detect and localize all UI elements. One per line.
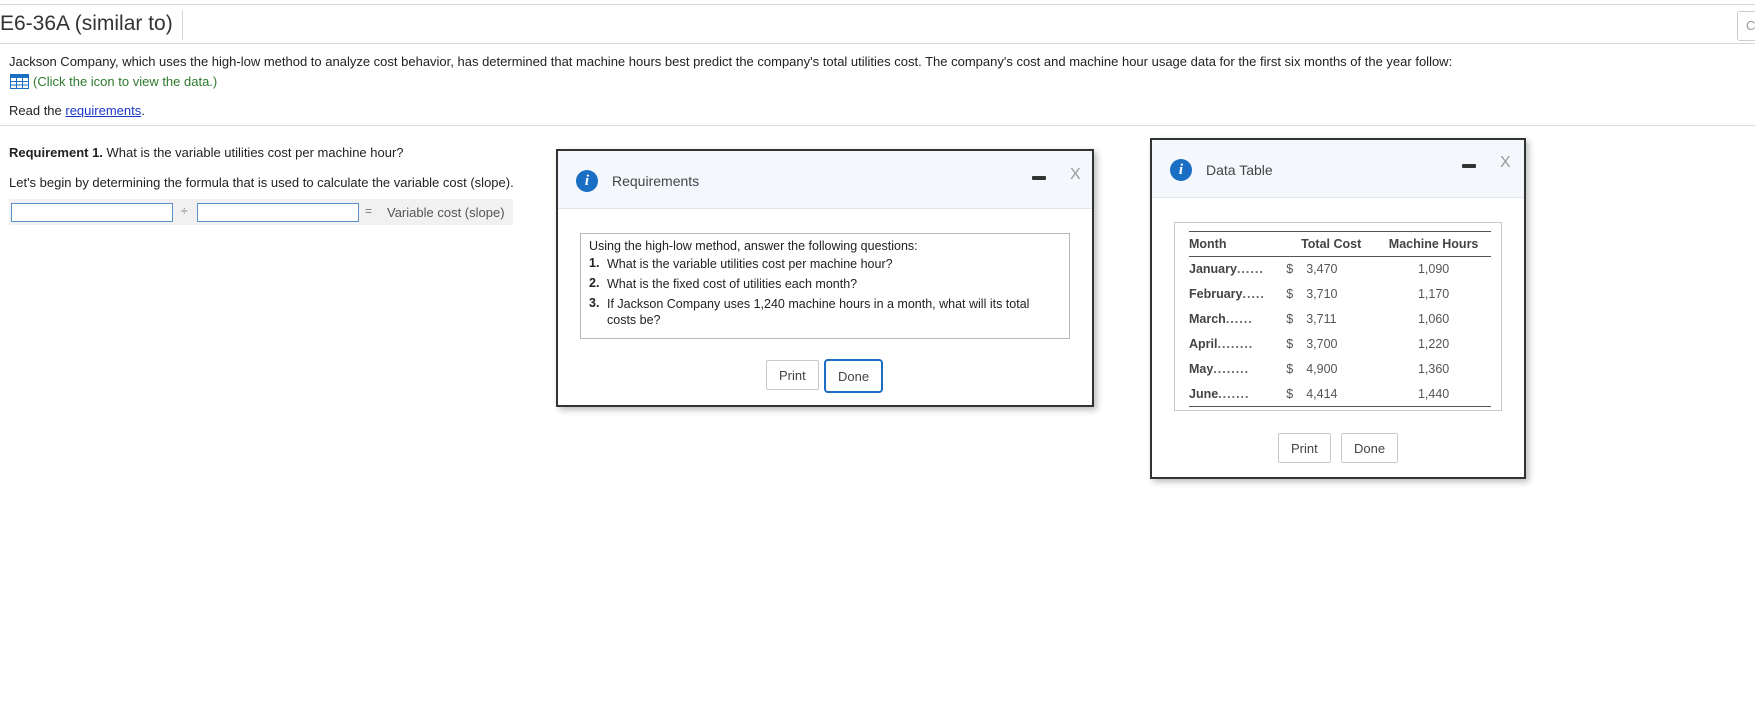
table-row: May........ $ 4,900 1,360 xyxy=(1189,357,1491,382)
requirements-dialog-header: i Requirements X xyxy=(558,151,1092,209)
requirement-item: 1. What is the variable utilities cost p… xyxy=(589,256,1061,272)
table-grid-icon[interactable] xyxy=(10,74,29,89)
read-prefix: Read the xyxy=(9,103,66,118)
leader-dots: ....... xyxy=(1218,386,1250,401)
month-name: June xyxy=(1189,386,1219,401)
leader-dots: ........ xyxy=(1217,337,1254,351)
page-title: E6-36A (similar to) xyxy=(0,12,173,35)
total-cost-cell: 3,700 xyxy=(1306,337,1338,351)
title-separator xyxy=(182,10,183,40)
dollar-sign: $ xyxy=(1286,337,1294,351)
column-header-machine-hours: Machine Hours xyxy=(1376,231,1491,257)
machine-hours-cell: 1,360 xyxy=(1417,362,1450,376)
data-table-dialog-header: i Data Table X xyxy=(1152,140,1524,198)
machine-hours-cell: 1,090 xyxy=(1417,262,1450,277)
numerator-input[interactable] xyxy=(11,203,173,222)
total-cost-cell: 3,710 xyxy=(1306,287,1338,301)
machine-hours-cell: 1,220 xyxy=(1417,337,1450,351)
variable-cost-label: Variable cost (slope) xyxy=(387,205,505,220)
minimize-icon[interactable] xyxy=(1462,164,1476,168)
machine-hours-cell: 1,060 xyxy=(1417,312,1450,326)
month-cell: June....... xyxy=(1189,381,1287,407)
data-table-dialog: i Data Table X Month Total Cost Machine … xyxy=(1150,138,1526,479)
month-name: March xyxy=(1189,312,1226,326)
requirement-number: 2. xyxy=(589,276,600,290)
requirement-number: 1. xyxy=(589,256,600,270)
total-cost-cell: 3,470 xyxy=(1306,262,1338,277)
month-cell: February..... xyxy=(1189,282,1286,307)
data-table-frame: Month Total Cost Machine Hours January..… xyxy=(1174,222,1502,411)
tool-icon: C xyxy=(1746,18,1755,33)
table-row: April........ $ 3,700 1,220 xyxy=(1189,332,1491,357)
section-divider xyxy=(0,125,1755,126)
dollar-sign: $ xyxy=(1286,362,1294,376)
total-cost-cell: 4,414 xyxy=(1306,381,1377,407)
problem-intro: Jackson Company, which uses the high-low… xyxy=(9,54,1453,69)
month-name: April xyxy=(1189,337,1218,351)
column-header-month: Month xyxy=(1189,231,1287,257)
requirement-number: 3. xyxy=(589,296,600,310)
info-icon: i xyxy=(1170,159,1192,181)
view-data-link[interactable]: (Click the icon to view the data.) xyxy=(10,74,217,89)
leader-dots: ...... xyxy=(1236,262,1264,277)
requirements-dialog: i Requirements X Using the high-low meth… xyxy=(556,149,1094,407)
leader-dots: ...... xyxy=(1225,312,1253,326)
minimize-icon[interactable] xyxy=(1032,176,1046,180)
table-row: February..... $ 3,710 1,170 xyxy=(1189,282,1491,307)
machine-hours-cell: 1,440 xyxy=(1376,381,1491,407)
table-row: June....... $ 4,414 1,440 xyxy=(1189,381,1491,407)
requirement-item: 2. What is the fixed cost of utilities e… xyxy=(589,276,1061,292)
close-icon[interactable]: X xyxy=(1070,166,1081,184)
divide-operator: ÷ xyxy=(181,204,188,218)
requirement-text: If Jackson Company uses 1,240 machine ho… xyxy=(607,297,1030,327)
table-header-row: Month Total Cost Machine Hours xyxy=(1189,231,1491,257)
read-requirements-line: Read the requirements. xyxy=(9,103,145,118)
month-cell: May........ xyxy=(1189,357,1286,382)
dollar-sign: $ xyxy=(1286,312,1294,326)
dollar-sign: $ xyxy=(1286,381,1307,407)
denominator-input[interactable] xyxy=(197,203,359,222)
requirements-dialog-title: Requirements xyxy=(612,173,700,189)
requirements-intro: Using the high-low method, answer the fo… xyxy=(589,239,918,253)
info-icon: i xyxy=(576,170,598,192)
title-bar: E6-36A (similar to) C xyxy=(0,5,1755,44)
requirement-text: What is the variable utilities cost per … xyxy=(607,257,893,271)
equals-operator: = xyxy=(365,204,373,218)
requirement-item: 3. If Jackson Company uses 1,240 machine… xyxy=(589,296,1061,328)
requirement-1-question: Requirement 1. What is the variable util… xyxy=(9,145,404,160)
requirement-1-label: Requirement 1. xyxy=(9,145,103,160)
requirements-link[interactable]: requirements xyxy=(65,103,141,118)
month-cell: April........ xyxy=(1189,332,1286,357)
table-row: January...... $ 3,470 1,090 xyxy=(1189,257,1491,282)
read-suffix: . xyxy=(141,103,145,118)
column-header-total-cost: Total Cost xyxy=(1286,231,1377,257)
done-button[interactable]: Done xyxy=(1341,433,1399,463)
machine-hours-cell: 1,170 xyxy=(1417,287,1450,301)
print-button[interactable]: Print xyxy=(766,360,819,390)
month-name: May xyxy=(1189,362,1214,376)
month-cell: January...... xyxy=(1189,257,1286,282)
month-cell: March...... xyxy=(1189,307,1286,332)
dollar-sign: $ xyxy=(1286,287,1294,301)
view-data-text[interactable]: (Click the icon to view the data.) xyxy=(33,74,217,89)
requirement-1-text: What is the variable utilities cost per … xyxy=(102,145,404,160)
done-button[interactable]: Done xyxy=(824,359,884,393)
data-table-dialog-title: Data Table xyxy=(1206,162,1273,178)
dollar-sign: $ xyxy=(1286,262,1294,277)
total-cost-cell: 4,900 xyxy=(1306,362,1338,376)
requirements-box: Using the high-low method, answer the fo… xyxy=(580,233,1070,339)
instruction-text: Let's begin by determining the formula t… xyxy=(9,175,514,190)
total-cost-cell: 3,711 xyxy=(1306,312,1337,326)
requirement-text: What is the fixed cost of utilities each… xyxy=(607,277,858,291)
toolbar-button[interactable]: C xyxy=(1737,11,1755,41)
table-row: March...... $ 3,711 1,060 xyxy=(1189,307,1491,332)
data-table: Month Total Cost Machine Hours January..… xyxy=(1189,231,1491,407)
leader-dots: ..... xyxy=(1242,287,1265,301)
close-icon[interactable]: X xyxy=(1500,154,1511,172)
print-button[interactable]: Print xyxy=(1278,433,1331,463)
formula-row: ÷ = Variable cost (slope) xyxy=(9,199,513,225)
month-name: February xyxy=(1189,287,1243,301)
month-name: January xyxy=(1189,262,1237,277)
leader-dots: ........ xyxy=(1213,362,1250,376)
